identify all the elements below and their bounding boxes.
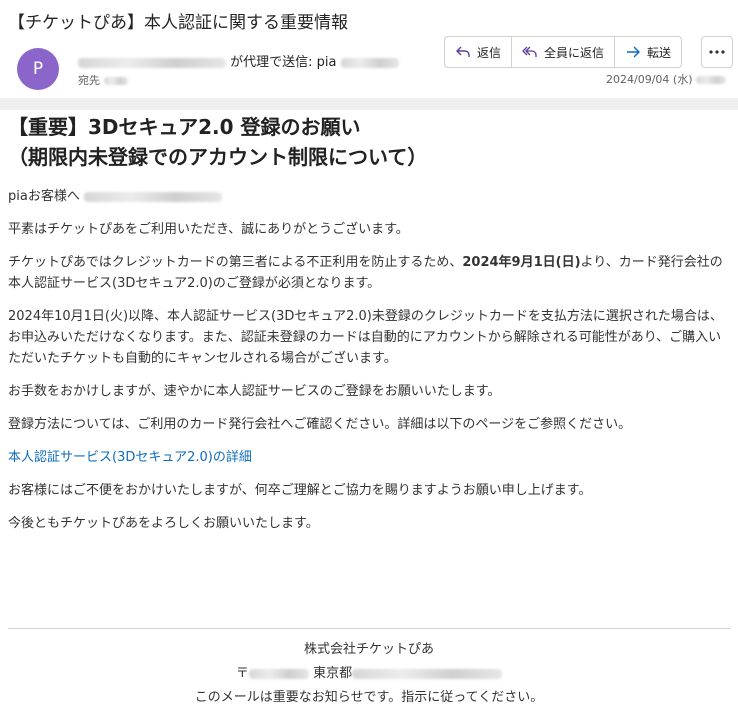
postal-mark: 〒 (235, 666, 249, 681)
greeting-text: piaお客様へ (8, 189, 80, 204)
address-city: 東京都 (313, 666, 353, 681)
footer-company: 株式会社チケットぴあ (303, 642, 434, 657)
body-heading: 【重要】3Dセキュア2.0 登録のお願い （期限内未登録でのアカウント制限につい… (8, 112, 730, 172)
header-body-divider (0, 98, 738, 110)
footer-notice: このメールは重要なお知らせです。指示に従ってください。 (194, 690, 544, 705)
recipient-line: 宛先 (78, 72, 128, 88)
paragraph-7: 今後ともチケットぴあをよろしくお願いいたします。 (8, 516, 319, 531)
reply-all-button[interactable]: 全員に返信 (512, 37, 616, 67)
redacted-postcode (248, 668, 309, 679)
more-icon (709, 50, 725, 54)
email-footer: 株式会社チケットぴあ 〒 東京都 このメールは重要なお知らせです。指示に従ってく… (8, 638, 730, 710)
paragraph-3: 2024年10月1日(火)以降、本人認証サービス(3Dセキュア2.0)未登録のク… (8, 309, 723, 366)
reply-button[interactable]: 返信 (445, 37, 513, 67)
details-link[interactable]: 本人認証サービス(3Dセキュア2.0)の詳細 (8, 450, 252, 465)
sender-line: が代理で送信: pia (78, 51, 399, 70)
forward-icon (627, 46, 641, 58)
forward-button[interactable]: 転送 (615, 37, 681, 67)
redacted-sender-name (340, 57, 399, 68)
redacted-sender-email (78, 57, 226, 68)
redacted-recipient (103, 77, 128, 85)
paragraph-2-pre: チケットぴあではクレジットカードの第三者による不正利用を防止するため、 (8, 255, 463, 270)
message-actions: 返信 全員に返信 転送 (444, 36, 683, 68)
reply-label: 返信 (477, 45, 502, 60)
paragraph-5: 登録方法については、ご利用のカード発行会社へご確認ください。詳細は以下のページを… (8, 417, 632, 432)
reply-all-icon (522, 46, 537, 57)
forward-label: 転送 (647, 45, 672, 60)
to-label: 宛先 (78, 74, 100, 87)
paragraph-2: チケットぴあではクレジットカードの第三者による不正利用を防止するため、2024年… (8, 252, 730, 294)
sender-via-text: が代理で送信: pia (230, 55, 337, 70)
message-date: 2024/09/04 (水) (606, 71, 726, 87)
more-actions-button[interactable] (701, 36, 733, 68)
paragraph-6: お客様にはご不便をおかけいたしますが、何卒ご理解とご協力を賜りますようお願い申し… (8, 483, 592, 498)
reply-all-label: 全員に返信 (544, 45, 605, 60)
footer-address: 〒 東京都 (8, 662, 730, 686)
paragraph-2-date: 2024年9月1日(日) (462, 255, 581, 270)
email-body: 【重要】3Dセキュア2.0 登録のお願い （期限内未登録でのアカウント制限につい… (8, 112, 730, 546)
greeting: piaお客様へ (8, 186, 730, 207)
sender-avatar[interactable]: P (17, 48, 59, 90)
reply-icon (456, 46, 470, 57)
redacted-customer-email (83, 191, 222, 202)
paragraph-1: 平素はチケットぴあをご利用いただき、誠にありがとうございます。 (8, 222, 409, 237)
redacted-address (352, 668, 503, 679)
heading-line-2: （期限内未登録でのアカウント制限について） (8, 145, 428, 169)
date-text: 2024/09/04 (水) (606, 73, 693, 86)
paragraph-4: お手数をおかけしますが、速やかに本人認証サービスのご登録をお願いいたします。 (8, 384, 501, 399)
details-link-para: 本人認証サービス(3Dセキュア2.0)の詳細 (8, 447, 730, 468)
redacted-time (696, 76, 726, 84)
email-subject: 【チケットぴあ】本人認証に関する重要情報 (8, 13, 348, 33)
heading-line-1: 【重要】3Dセキュア2.0 登録のお願い (8, 115, 361, 139)
footer-divider (8, 628, 730, 629)
